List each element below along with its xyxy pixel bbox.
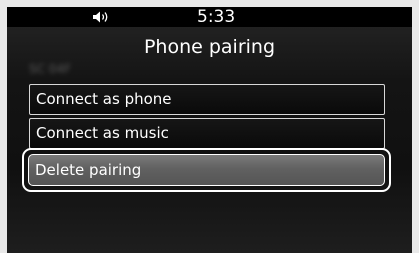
- selection-highlight: Delete pairing: [22, 148, 391, 192]
- speaker-volume-icon: [93, 11, 108, 23]
- delete-pairing-button[interactable]: Delete pairing: [28, 154, 385, 186]
- page-title: Phone pairing: [143, 36, 276, 58]
- connect-as-phone-button[interactable]: Connect as phone: [29, 84, 385, 115]
- clock-time: 5:33: [197, 7, 236, 27]
- device-frame: 5:33 Phone pairing SC 04F Connect as pho…: [0, 0, 419, 253]
- head-unit-screen: 5:33 Phone pairing SC 04F Connect as pho…: [7, 7, 412, 253]
- connect-as-music-button[interactable]: Connect as music: [29, 118, 385, 149]
- paired-device-name: SC 04F: [29, 62, 71, 76]
- status-bar: 5:33: [7, 7, 412, 27]
